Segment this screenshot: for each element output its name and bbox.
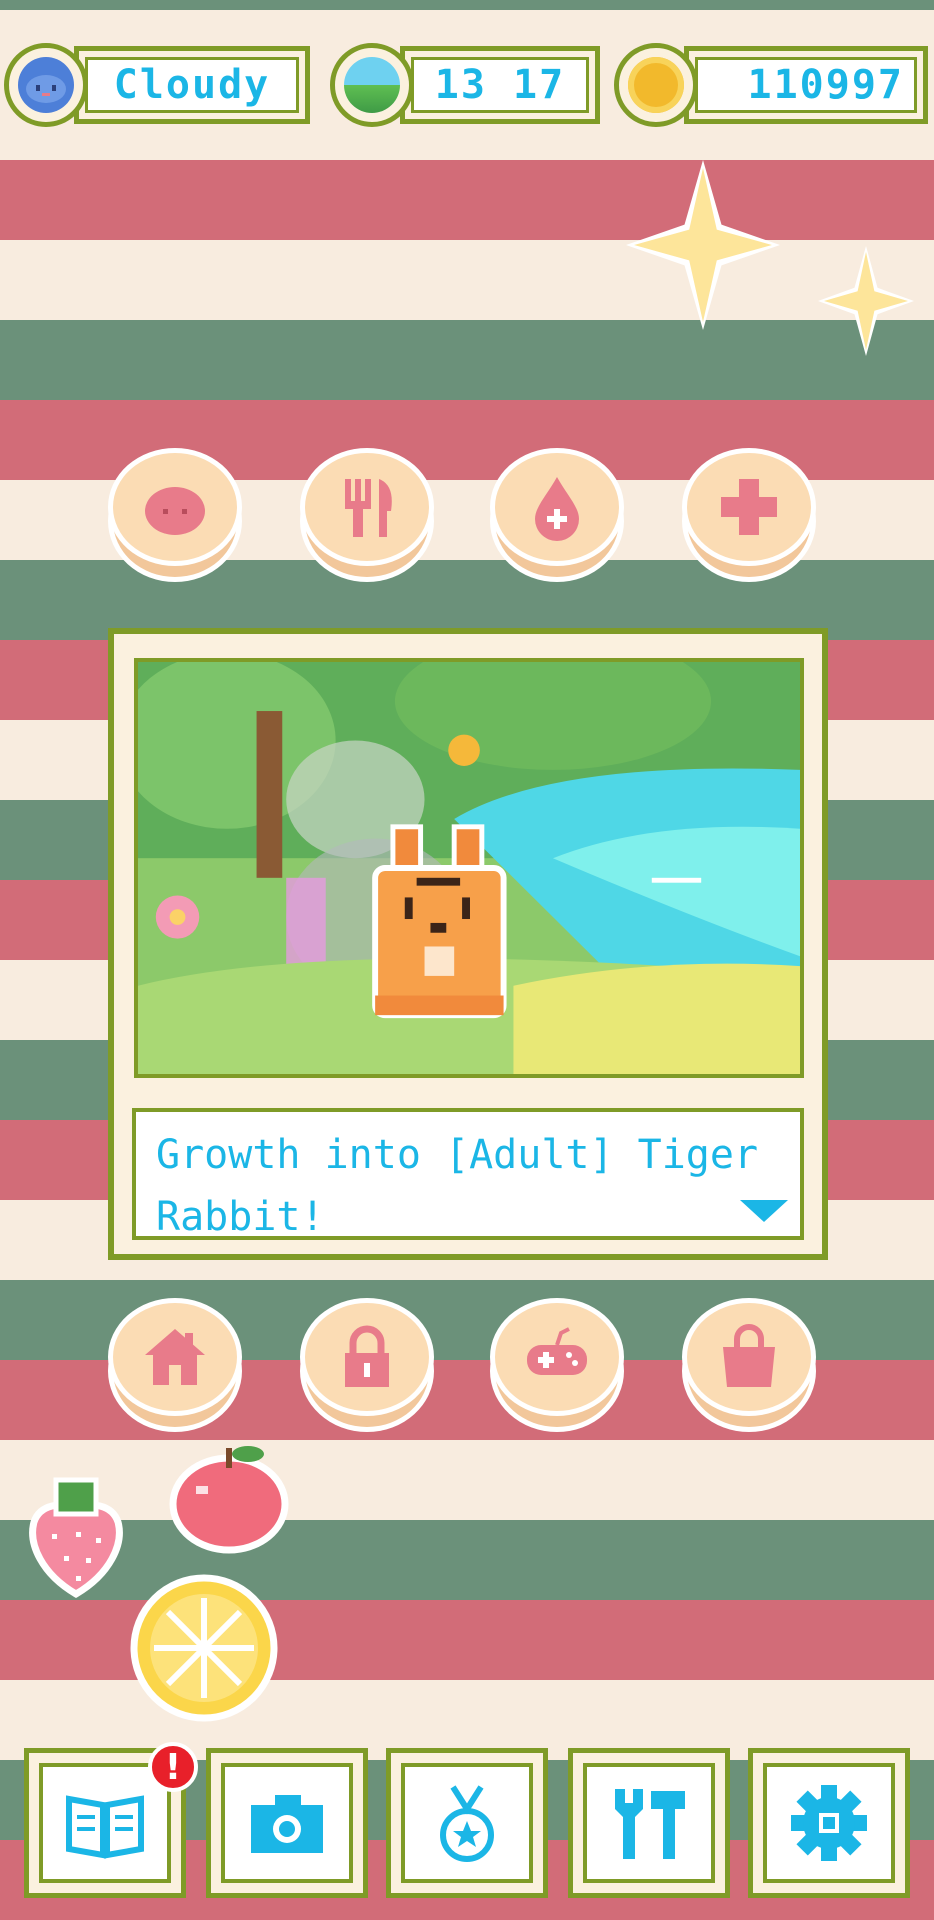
- landscape-icon: [330, 43, 414, 127]
- shopping-bag-icon: [723, 1324, 775, 1387]
- clean-button[interactable]: [490, 448, 624, 582]
- sparkle-icon: [634, 168, 772, 322]
- settings-button[interactable]: [748, 1748, 910, 1898]
- coins-box: 110997: [684, 46, 928, 124]
- house-icon: [145, 1329, 205, 1385]
- hud-coins[interactable]: 110997: [614, 40, 930, 130]
- fork-knife-icon: [345, 479, 392, 537]
- message-box[interactable]: Growth into [Adult] Tiger Rabbit!: [132, 1108, 804, 1240]
- lemon-slice-icon[interactable]: [128, 1572, 280, 1724]
- meadow-scene-image: [138, 662, 800, 1074]
- tools-button[interactable]: [568, 1748, 730, 1898]
- book-icon: [66, 1795, 144, 1859]
- time-label: 13 17: [434, 62, 566, 108]
- hud-weather[interactable]: Cloudy: [4, 40, 314, 130]
- sparkle-icon: [824, 252, 908, 350]
- cloud-face-icon: [4, 43, 88, 127]
- gamepad-icon: [527, 1327, 587, 1375]
- coins-label: 110997: [747, 62, 904, 108]
- medal-button[interactable]: [386, 1748, 548, 1898]
- play-button[interactable]: [490, 1298, 624, 1432]
- top-strip: [0, 0, 934, 10]
- lock-button[interactable]: [300, 1298, 434, 1432]
- weather-box: Cloudy: [74, 46, 310, 124]
- heal-button[interactable]: [682, 448, 816, 582]
- hud-time[interactable]: 13 17: [330, 40, 600, 130]
- home-button[interactable]: [108, 1298, 242, 1432]
- coin-icon: [614, 43, 698, 127]
- pet-button[interactable]: [108, 448, 242, 582]
- medical-cross-icon: [721, 479, 777, 535]
- pet-scene[interactable]: [134, 658, 804, 1078]
- message-text: Growth into [Adult] Tiger Rabbit!: [156, 1132, 759, 1240]
- advance-arrow-icon: [740, 1200, 788, 1222]
- water-drop-plus-icon: [535, 477, 579, 541]
- blob-face-icon: [145, 487, 205, 535]
- strawberry-icon[interactable]: [22, 1474, 130, 1600]
- time-box: 13 17: [400, 46, 600, 124]
- new-entry-alert-badge: !: [148, 1742, 198, 1792]
- feed-button[interactable]: [300, 448, 434, 582]
- padlock-icon: [345, 1325, 389, 1387]
- pet-scene-panel: Growth into [Adult] Tiger Rabbit!: [108, 628, 828, 1260]
- gear-icon: [791, 1785, 867, 1861]
- camera-button[interactable]: [206, 1748, 368, 1898]
- apple-icon[interactable]: [166, 1440, 292, 1554]
- camera-icon: [251, 1795, 323, 1853]
- shop-button[interactable]: [682, 1298, 816, 1432]
- wrench-hammer-icon: [615, 1789, 685, 1859]
- medal-icon: [440, 1785, 494, 1862]
- weather-label: Cloudy: [113, 62, 271, 108]
